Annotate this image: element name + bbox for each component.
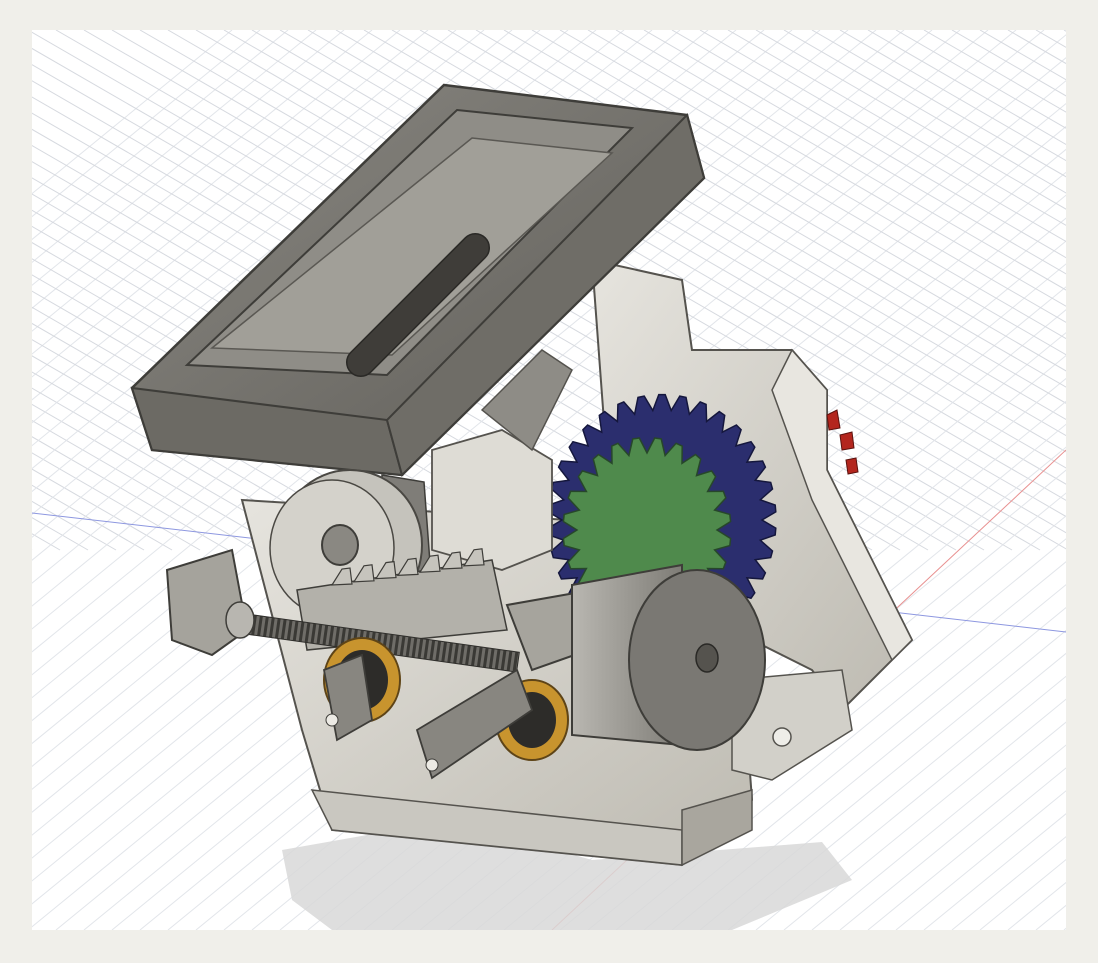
center-upright	[431, 429, 553, 571]
rod-end-hole	[325, 713, 339, 727]
motor-icon[interactable]	[571, 563, 766, 751]
pinion-bore	[321, 524, 359, 566]
cad-viewport[interactable]	[32, 30, 1066, 930]
rod-end-hole	[425, 758, 439, 772]
motor-shaft-hole	[695, 643, 719, 673]
mount-hole	[772, 727, 792, 747]
screw-end-cap	[225, 601, 255, 639]
model-canvas[interactable]	[32, 30, 1066, 930]
